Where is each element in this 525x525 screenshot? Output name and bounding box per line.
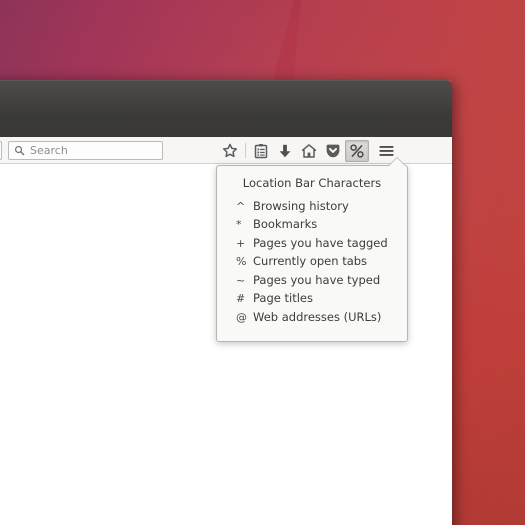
list-item-symbol: ^ (236, 199, 246, 213)
search-placeholder: Search (30, 144, 68, 157)
list-item[interactable]: + Pages you have tagged (217, 235, 407, 256)
list-item-label: Browsing history (253, 198, 349, 213)
address-bar[interactable] (0, 141, 2, 160)
list-item-symbol: % (236, 255, 247, 269)
browser-window: Search Location Bar Characters ^ Browsin… (0, 80, 452, 525)
list-item-symbol: ~ (236, 273, 246, 287)
toolbar-button-group (218, 138, 399, 163)
search-input[interactable]: Search (8, 141, 163, 160)
bookmark-star-button[interactable] (218, 140, 242, 162)
list-item[interactable]: ^ Browsing history (217, 198, 407, 219)
list-item-symbol: # (236, 292, 246, 306)
pocket-icon (326, 144, 340, 157)
library-icon (254, 143, 268, 158)
list-item[interactable]: # Page titles (217, 291, 407, 311)
popup-list: ^ Browsing history * Bookmarks + Pages y… (217, 198, 407, 330)
list-item-label: Bookmarks (253, 217, 318, 232)
screen: Search Location Bar Characters ^ Browsin… (0, 0, 525, 525)
list-item-label: Web addresses (URLs) (253, 309, 382, 324)
library-button[interactable] (249, 140, 273, 162)
popup-title: Location Bar Characters (242, 176, 382, 190)
list-item-label: Pages you have typed (253, 272, 381, 287)
percent-icon (350, 143, 364, 158)
downloads-button[interactable] (273, 140, 297, 162)
popup-arrow (389, 158, 405, 166)
list-item-symbol: @ (236, 310, 247, 324)
list-item-symbol: * (236, 218, 242, 232)
pocket-button[interactable] (321, 140, 345, 162)
list-item[interactable]: ~ Pages you have typed (217, 272, 407, 293)
list-item-label: Pages you have tagged (253, 235, 388, 250)
star-icon (222, 143, 238, 157)
toolbar-separator (245, 143, 246, 158)
list-item[interactable]: * Bookmarks (217, 217, 407, 237)
list-item-label: Currently open tabs (253, 254, 368, 269)
search-icon (14, 145, 25, 156)
home-button[interactable] (297, 140, 321, 162)
list-item[interactable]: % Currently open tabs (217, 254, 407, 274)
tab-strip[interactable] (0, 80, 452, 137)
navigation-toolbar: Search (0, 137, 452, 164)
location-bar-characters-button[interactable] (345, 139, 369, 162)
download-arrow-icon (279, 144, 291, 157)
tab-strip-highlight (0, 80, 452, 81)
list-item[interactable]: @ Web addresses (URLs) (217, 309, 407, 330)
home-icon (301, 143, 317, 158)
list-item-label: Page titles (253, 291, 313, 306)
list-item-symbol: + (236, 236, 246, 250)
location-bar-characters-popup: Location Bar Characters ^ Browsing histo… (216, 157, 408, 343)
